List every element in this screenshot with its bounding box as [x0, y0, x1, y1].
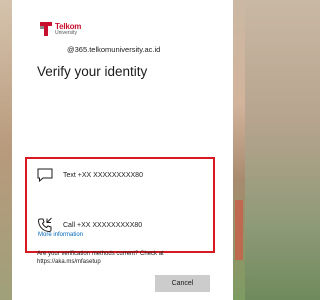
page-title: Verify your identity [37, 64, 148, 79]
call-option-label: Call +XX XXXXXXXXX80 [63, 221, 143, 229]
account-email: @365.telkomuniversity.ac.id [67, 45, 161, 54]
telkom-logo-icon [40, 22, 52, 36]
call-verification-option[interactable]: Call +XX XXXXXXXXX80 [37, 217, 142, 233]
verification-methods-note: Are your verification methods current? C… [37, 251, 164, 266]
phone-call-icon [37, 217, 53, 233]
more-information-link[interactable]: More information [38, 232, 83, 238]
text-option-label: Text +XX XXXXXXXXX80 [63, 171, 143, 179]
verification-options-highlight: Text +XX XXXXXXXXX80 Call +XX XXXXXXXXX8… [25, 157, 215, 253]
message-icon [37, 167, 53, 183]
logo-subtitle: University [55, 29, 77, 36]
cancel-button[interactable]: Cancel [155, 275, 210, 292]
background-tower [235, 200, 243, 260]
telkom-university-logo: Telkom University [40, 22, 81, 36]
text-verification-option[interactable]: Text +XX XXXXXXXXX80 [37, 167, 143, 183]
background-left [0, 0, 12, 300]
